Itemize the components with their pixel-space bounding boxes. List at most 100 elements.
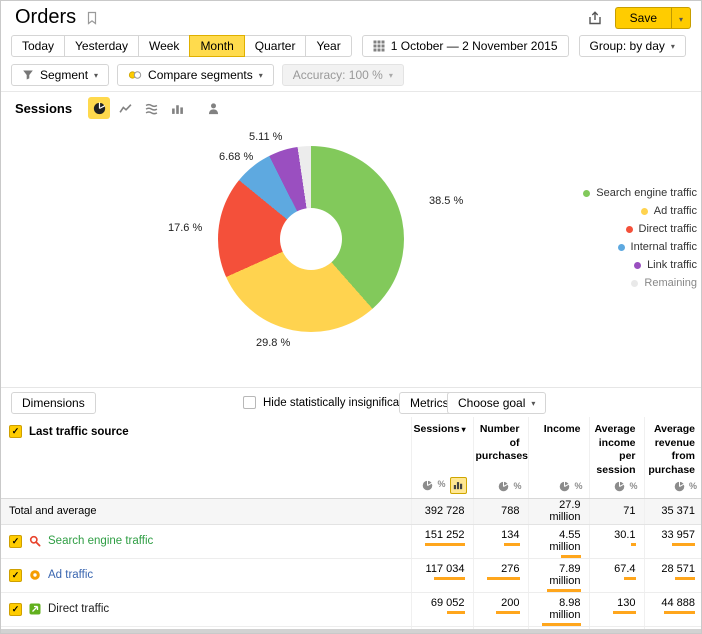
total-label: Total and average <box>1 498 411 524</box>
total-row: Total and average 392 728 788 27.9 milli… <box>1 498 702 524</box>
legend-item[interactable]: Remaining <box>583 277 697 289</box>
dimension-header-label: Last traffic source <box>29 426 129 438</box>
row-checkbox[interactable] <box>9 535 22 548</box>
sort-desc-icon <box>460 423 466 435</box>
period-button-yesterday[interactable]: Yesterday <box>64 35 139 57</box>
segment-button[interactable]: Segment <box>11 64 109 86</box>
metric-bar <box>631 543 636 546</box>
column-header-avg-revenue[interactable]: Average revenue from purchase <box>644 417 702 498</box>
row-checkbox[interactable] <box>9 569 22 582</box>
group-by-button[interactable]: Group: by day <box>579 35 686 57</box>
chevron-down-icon <box>389 68 393 82</box>
traffic-source-link[interactable]: Ad traffic <box>48 569 93 581</box>
percent-mini-icon[interactable] <box>574 480 582 494</box>
period-button-year[interactable]: Year <box>305 35 351 57</box>
chart-type-visitors-button[interactable] <box>202 97 224 119</box>
chart-type-columns-button[interactable] <box>166 97 188 119</box>
legend-item[interactable]: Search engine traffic <box>583 187 697 199</box>
column-header-purchases[interactable]: Number of purchases <box>473 417 528 498</box>
export-icon <box>587 10 603 26</box>
table-header-row: Last traffic source Sessions Number of p… <box>1 417 702 498</box>
pie-mini-icon[interactable] <box>614 481 625 492</box>
dimensions-button[interactable]: Dimensions <box>11 392 96 414</box>
bars-mini-icon-selected[interactable] <box>450 477 467 494</box>
legend-dot <box>631 280 638 287</box>
metric-cell: 276 <box>473 558 528 592</box>
calendar-icon <box>373 40 385 52</box>
traffic-source-link[interactable]: Search engine traffic <box>48 535 153 547</box>
percent-mini-icon[interactable] <box>513 480 521 494</box>
period-button-week[interactable]: Week <box>138 35 190 57</box>
period-button-today[interactable]: Today <box>11 35 65 57</box>
metric-value: 33 957 <box>645 529 696 541</box>
percent-mini-icon[interactable] <box>689 480 697 494</box>
area-chart-icon <box>145 102 158 115</box>
chevron-down-icon <box>94 68 98 82</box>
hide-insignificant-checkbox[interactable] <box>243 396 256 409</box>
metric-value: 67.4 <box>590 563 636 575</box>
slice-label-search-engine: 38.5 % <box>429 195 463 207</box>
period-button-quarter[interactable]: Quarter <box>244 35 307 57</box>
column-header-income[interactable]: Income <box>528 417 589 498</box>
period-button-month[interactable]: Month <box>189 35 244 57</box>
segment-toolbar: Segment Compare segments Accuracy: 100 % <box>11 64 404 86</box>
chart-type-switcher <box>88 97 224 119</box>
export-button[interactable] <box>587 10 603 26</box>
accuracy-button[interactable]: Accuracy: 100 % <box>282 64 404 86</box>
horizontal-scrollbar[interactable] <box>1 629 701 634</box>
legend-item[interactable]: Direct traffic <box>583 223 697 235</box>
metric-cell: 117 034 <box>411 558 473 592</box>
row-checkbox[interactable] <box>9 603 22 616</box>
save-button[interactable]: Save <box>615 7 671 29</box>
metric-bar <box>613 611 636 614</box>
metric-bar <box>425 543 465 546</box>
legend-item[interactable]: Link traffic <box>583 259 697 271</box>
chevron-down-icon <box>259 68 263 82</box>
legend-dot <box>618 244 625 251</box>
chart-type-pie-button[interactable] <box>88 97 110 119</box>
pie-mini-icon[interactable] <box>559 481 570 492</box>
dimension-cell: Direct traffic <box>1 592 411 626</box>
ad-traffic-icon <box>29 569 41 581</box>
chart-type-area-button[interactable] <box>140 97 162 119</box>
total-value: 27.9 million <box>528 498 589 524</box>
traffic-source-link[interactable]: Direct traffic <box>48 603 109 615</box>
pie-mini-icon[interactable] <box>498 481 509 492</box>
metric-cell: 28 571 <box>644 558 702 592</box>
dimension-cell: Ad traffic <box>1 558 411 592</box>
table-controls: Dimensions Hide statistically insignific… <box>1 387 701 418</box>
pie-mini-icon[interactable] <box>674 481 685 492</box>
legend-item[interactable]: Internal traffic <box>583 241 697 253</box>
select-all-checkbox[interactable] <box>9 425 22 438</box>
date-range-button[interactable]: 1 October — 2 November 2015 <box>362 35 569 57</box>
funnel-icon <box>22 69 34 81</box>
chart-area: 38.5 % 29.8 % 17.6 % 6.68 % 5.11 % Searc… <box>1 123 702 387</box>
percent-mini-icon[interactable] <box>437 478 445 492</box>
bookmark-icon[interactable] <box>85 11 99 25</box>
legend-item[interactable]: Ad traffic <box>583 205 697 217</box>
metric-bar <box>434 577 465 580</box>
metric-cell: 69 052 <box>411 592 473 626</box>
date-range-label: 1 October — 2 November 2015 <box>391 39 558 53</box>
compare-segments-button[interactable]: Compare segments <box>117 64 274 86</box>
column-header-sessions[interactable]: Sessions <box>411 417 473 498</box>
chart-section-header: Sessions <box>15 97 224 119</box>
table-row: Search engine traffic 151 2521344.55 mil… <box>1 524 702 558</box>
save-split-button: Save <box>615 7 691 29</box>
pie-mini-icon[interactable] <box>422 480 433 491</box>
chart-type-line-button[interactable] <box>114 97 136 119</box>
slice-label-internal: 6.68 % <box>219 151 253 163</box>
period-button-group: Today Yesterday Week Month Quarter Year <box>11 35 352 57</box>
metric-value: 8.98 million <box>529 597 581 621</box>
dimension-header-cell: Last traffic source <box>1 417 411 498</box>
legend-dot <box>583 190 590 197</box>
choose-goal-button[interactable]: Choose goal <box>447 392 546 414</box>
total-value: 71 <box>589 498 644 524</box>
save-dropdown-button[interactable] <box>671 7 691 29</box>
column-header-avg-income[interactable]: Average income per session <box>589 417 644 498</box>
bars-mini-icon <box>453 480 463 490</box>
group-by-label: Group: by day <box>590 39 665 53</box>
metric-value: 7.89 million <box>529 563 581 587</box>
percent-mini-icon[interactable] <box>629 480 637 494</box>
pie-chart[interactable] <box>218 146 404 332</box>
